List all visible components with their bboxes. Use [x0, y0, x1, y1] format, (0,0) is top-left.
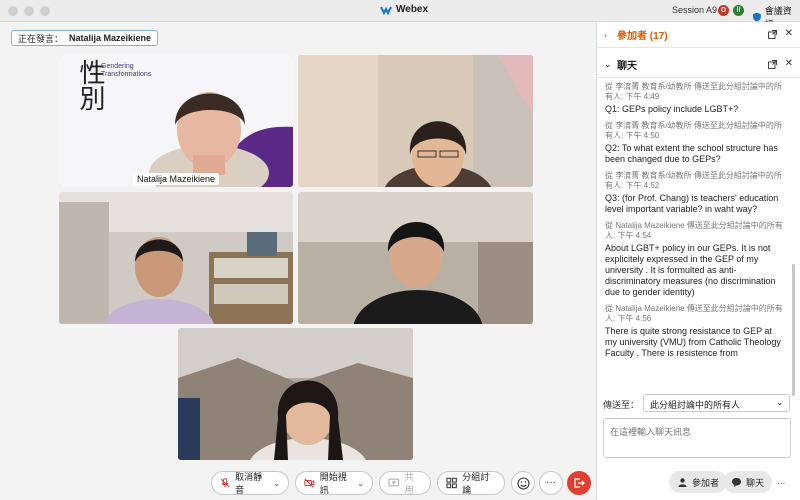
chat-input[interactable]: [603, 418, 791, 458]
status-badge-green[interactable]: ll: [733, 5, 744, 16]
video-feed-2: [298, 55, 533, 187]
message-text: About LGBT+ policy in our GEPs. It is no…: [605, 243, 776, 297]
chat-button-label: 聊天: [746, 477, 765, 488]
message-meta: 從 Natalija Mazeikiene 傳送至此分組討論中的所有人: 下午 …: [605, 221, 783, 240]
video-off-icon: [304, 478, 315, 488]
chat-title: 聊天: [617, 61, 637, 72]
participants-title: 參加者 (17): [617, 31, 668, 42]
share-icon: [388, 478, 400, 487]
webex-logo-icon: [380, 6, 392, 15]
close-icon[interactable]: ✕: [785, 28, 793, 39]
unmute-label: 取消靜音: [235, 472, 263, 495]
app-name: Webex: [396, 4, 429, 15]
window-controls[interactable]: [8, 6, 50, 16]
start-video-button[interactable]: 開始視訊 ⌄: [295, 471, 373, 495]
zoom-window-button[interactable]: [40, 6, 50, 16]
speaker-name: Natalija Mazeikiene: [69, 33, 152, 43]
session-label: Session A9: [672, 5, 718, 15]
video-tile-natalija[interactable]: 性別 Gendering Transformations Natalija Ma…: [59, 55, 293, 187]
message-meta: 從 李淯菁 教育系/幼教所 傳送至此分組討論中的所有人: 下午 4:52: [605, 171, 782, 190]
exit-icon: [574, 478, 585, 488]
video-feed-5: [178, 328, 413, 460]
chat-message: 從 Natalija Mazeikiene 傳送至此分組討論中的所有人: 下午 …: [605, 304, 785, 359]
send-to-value: 此分組討論中的所有人: [650, 400, 741, 410]
send-to-label: 傳送至：: [603, 400, 640, 410]
breakout-rooms-icon: [446, 477, 457, 489]
popout-icon[interactable]: [768, 30, 777, 39]
start-video-label: 開始視訊: [319, 472, 347, 495]
chat-panel-header[interactable]: ⌄ 聊天 ✕: [597, 52, 800, 78]
video-feed-4: [298, 192, 533, 324]
active-speaker-label: 正在發言： Natalija Mazeikiene: [11, 30, 159, 46]
chat-messages[interactable]: 從 李淯菁 教育系/幼教所 傳送至此分組討論中的所有人: 下午 4:49 Q1:…: [597, 76, 793, 416]
message-text: Q3: (for Prof. Chang) is teachers' educa…: [605, 193, 779, 214]
gendering-logo-text: Gendering Transformations: [101, 63, 152, 78]
chevron-down-icon[interactable]: ⌄: [604, 59, 612, 70]
tile-name-label: Natalija Mazeikiene: [132, 173, 220, 185]
more-icon: ···: [546, 477, 556, 488]
title-bar: Webex Session A9 O ll 會議資訊: [0, 0, 800, 29]
message-meta: 從 Natalija Mazeikiene 傳送至此分組討論中的所有人: 下午 …: [605, 304, 783, 323]
video-tile-3[interactable]: [59, 192, 293, 324]
share-button[interactable]: 共用: [379, 471, 431, 495]
meeting-toolbar: 取消靜音 ⌄ 開始視訊 ⌄ 共用 分組討論 ···: [0, 469, 596, 499]
chevron-down-icon: ⌄: [776, 398, 783, 407]
breakout-label: 分組討論: [462, 472, 490, 495]
close-icon[interactable]: ✕: [785, 58, 793, 69]
more-options-button[interactable]: ···: [539, 471, 563, 495]
popout-icon[interactable]: [768, 60, 777, 69]
video-tile-5[interactable]: [178, 328, 413, 460]
message-meta: 從 李淯菁 教育系/幼教所 傳送至此分組討論中的所有人: 下午 4:50: [605, 121, 782, 140]
smiley-icon: [516, 476, 530, 490]
participants-button[interactable]: 參加者: [669, 471, 728, 493]
video-area: 正在發言： Natalija Mazeikiene 性別 Gendering T…: [0, 22, 596, 500]
close-window-button[interactable]: [8, 6, 18, 16]
status-badge-red[interactable]: O: [718, 5, 729, 16]
share-label: 共用: [404, 472, 414, 495]
panel-more-button[interactable]: ...: [777, 476, 785, 487]
participants-button-label: 參加者: [692, 477, 720, 488]
message-text: Q1: GEPs policy include LGBT+?: [605, 104, 739, 114]
chat-message: 從 李淯菁 教育系/幼教所 傳送至此分組討論中的所有人: 下午 4:52 Q3:…: [605, 171, 785, 215]
chevron-right-icon[interactable]: ›: [604, 30, 607, 40]
chat-bubble-icon: [732, 477, 741, 487]
video-feed-3: [59, 192, 293, 324]
chat-message: 從 Natalija Mazeikiene 傳送至此分組討論中的所有人: 下午 …: [605, 221, 785, 298]
chat-button[interactable]: 聊天: [723, 471, 773, 493]
app-title: Webex: [380, 4, 428, 15]
message-text: There is quite strong resistance to GEP …: [605, 326, 781, 358]
person-icon: [678, 477, 687, 487]
chat-scrollbar[interactable]: [792, 264, 795, 396]
muted-mic-icon: [220, 478, 230, 488]
send-to-select[interactable]: 此分組討論中的所有人 ⌄: [643, 394, 790, 412]
gendering-logo: 性別: [75, 59, 105, 111]
side-panel: › 參加者 (17) ✕ ⌄ 聊天 ✕ 從 李淯菁 教育系/幼教所 傳送至此分組…: [596, 22, 800, 500]
minimize-window-button[interactable]: [24, 6, 34, 16]
breakout-button[interactable]: 分組討論: [437, 471, 505, 495]
chevron-down-icon[interactable]: ⌄: [357, 479, 364, 488]
participants-panel-header[interactable]: › 參加者 (17) ✕: [597, 22, 800, 48]
video-tile-4[interactable]: [298, 192, 533, 324]
chat-message: 從 李淯菁 教育系/幼教所 傳送至此分組討論中的所有人: 下午 4:49 Q1:…: [605, 82, 785, 115]
chevron-down-icon[interactable]: ⌄: [273, 479, 280, 488]
reactions-button[interactable]: [511, 471, 535, 495]
message-text: Q2: To what extent the school structure …: [605, 143, 778, 164]
leave-meeting-button[interactable]: [567, 471, 591, 495]
unmute-button[interactable]: 取消靜音 ⌄: [211, 471, 289, 495]
shield-icon: [752, 12, 761, 22]
speaker-prefix: 正在發言：: [18, 33, 64, 44]
message-meta: 從 李淯菁 教育系/幼教所 傳送至此分組討論中的所有人: 下午 4:49: [605, 82, 782, 101]
video-tile-2[interactable]: [298, 55, 533, 187]
chat-message: 從 李淯菁 教育系/幼教所 傳送至此分組討論中的所有人: 下午 4:50 Q2:…: [605, 121, 785, 165]
